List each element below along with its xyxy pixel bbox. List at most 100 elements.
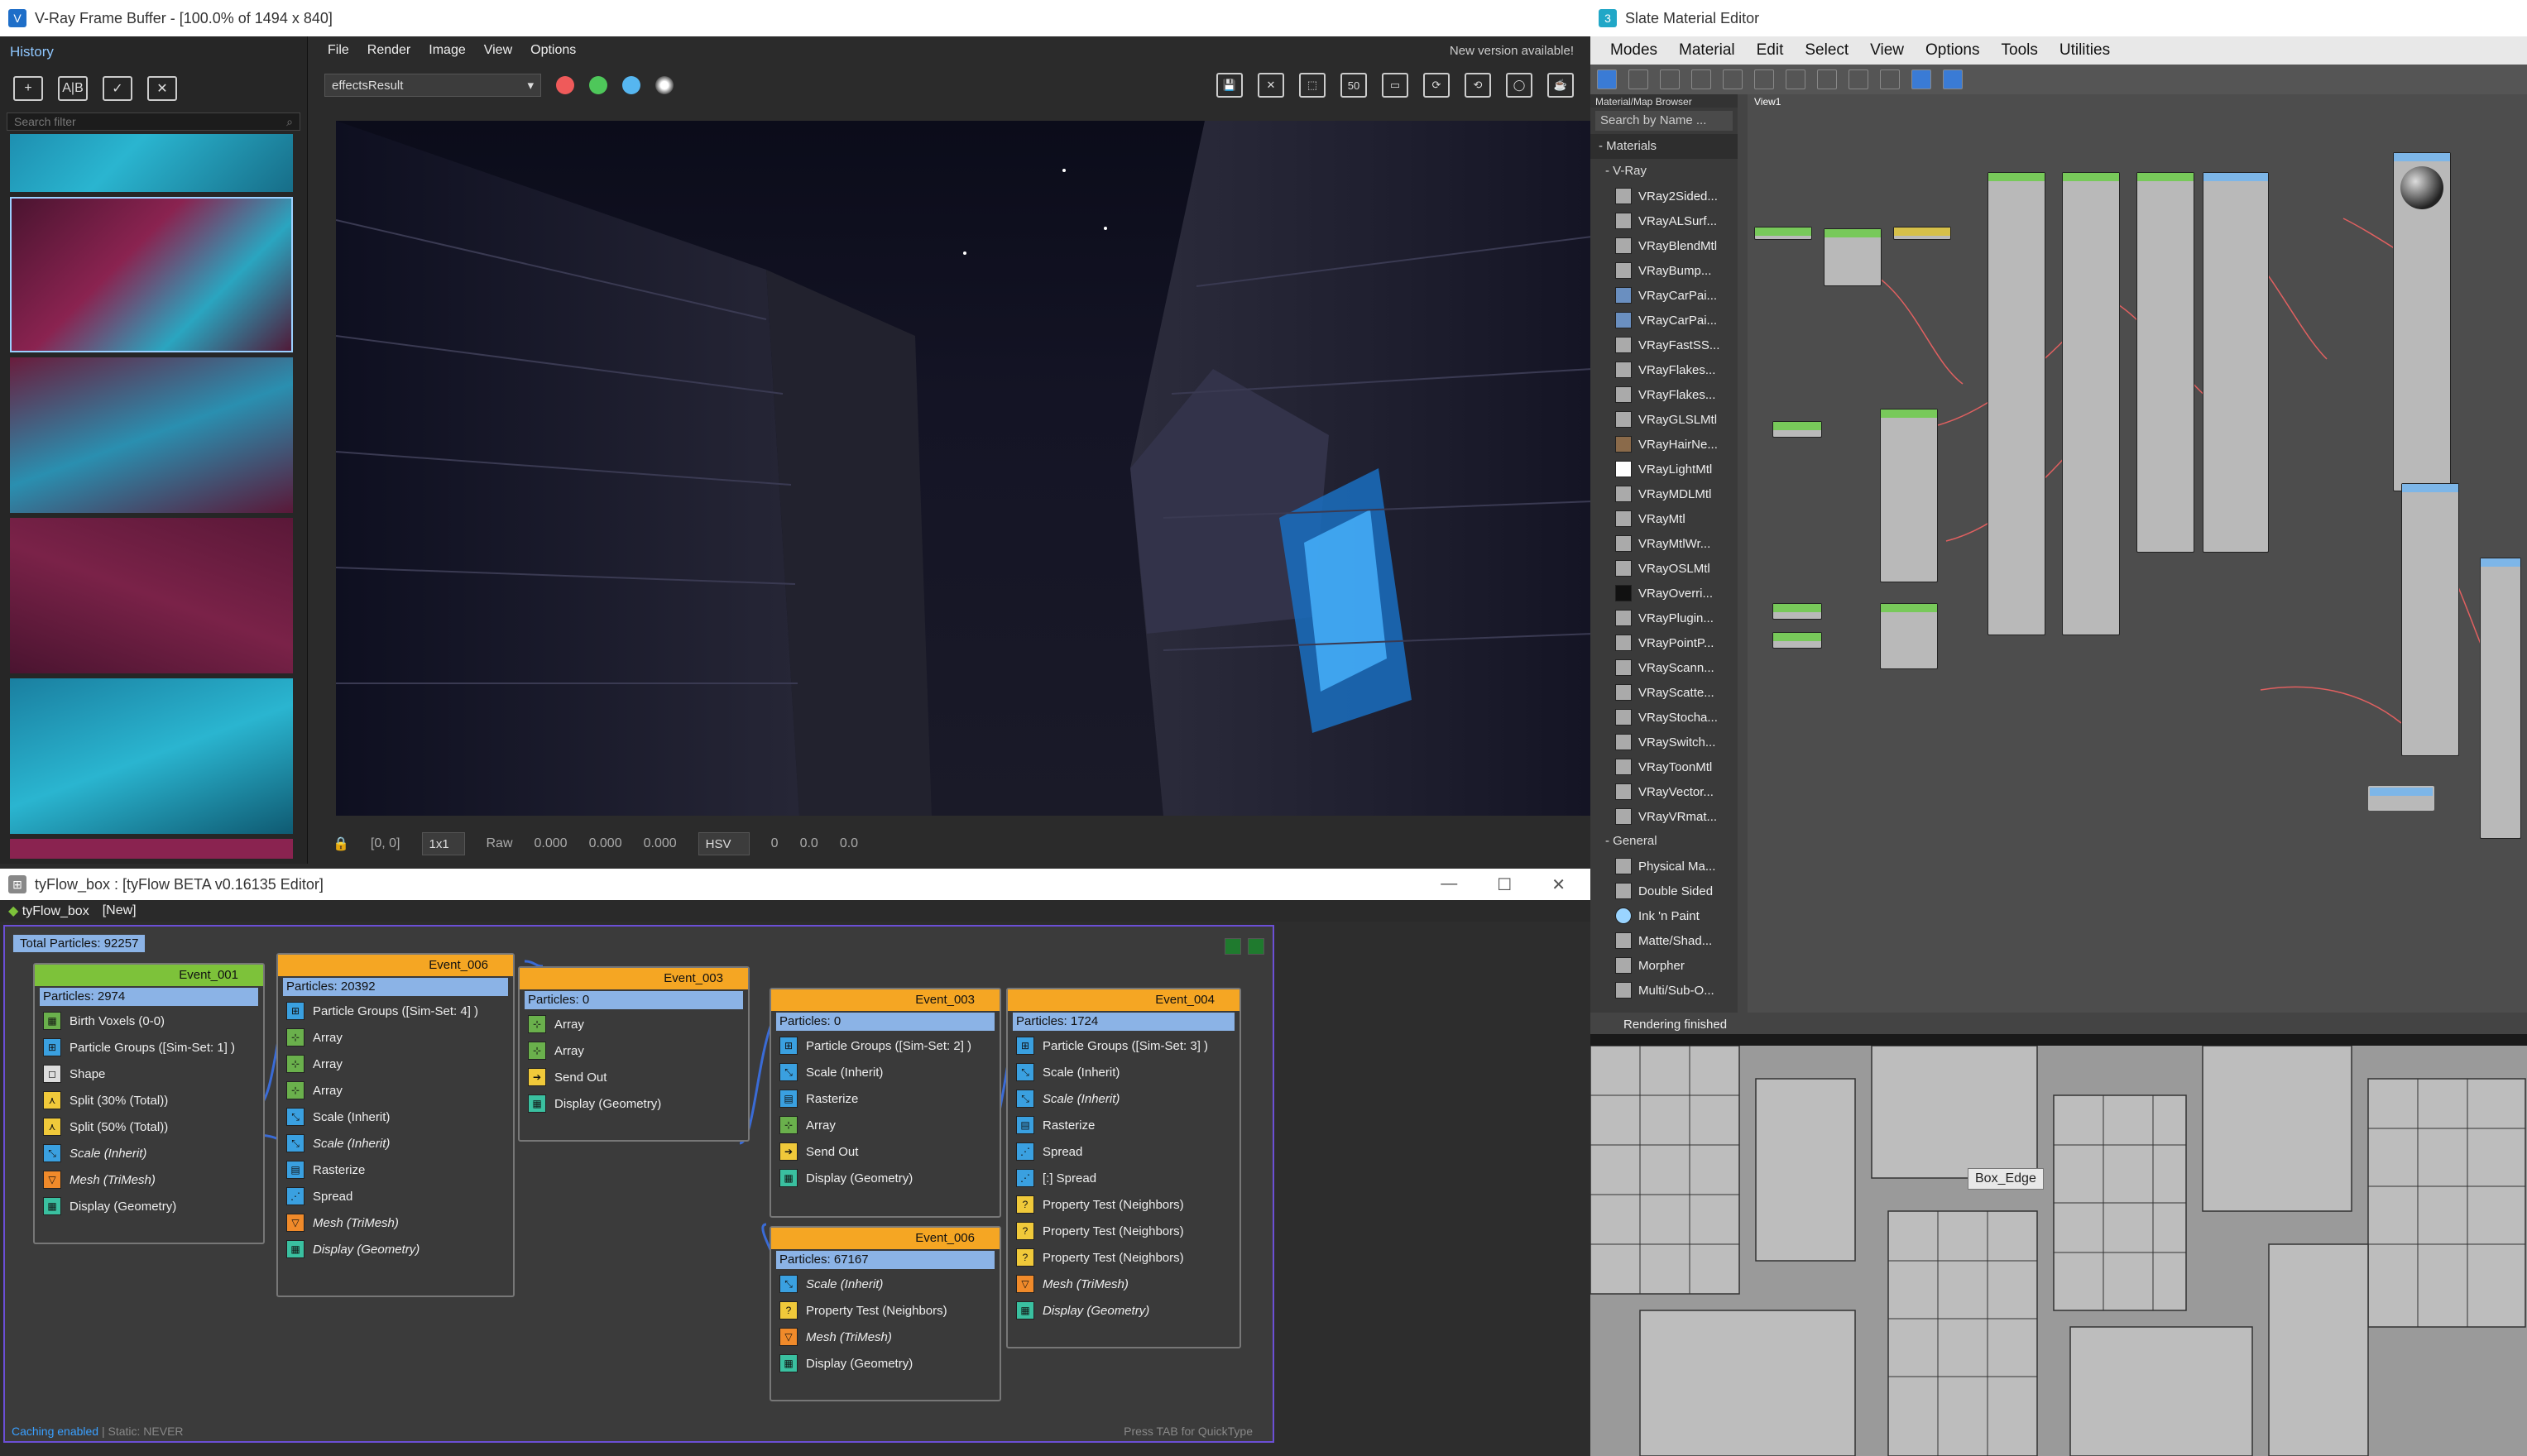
remove-history-icon[interactable]: ✕ xyxy=(147,76,177,101)
category-vray[interactable]: - V-Ray xyxy=(1590,159,1738,184)
operator[interactable]: ▽ Mesh (TriMesh) xyxy=(278,1209,513,1236)
event-header[interactable]: Event_001 xyxy=(35,965,263,986)
layout-icon[interactable] xyxy=(1848,69,1868,89)
operator[interactable]: ⋰ Spread xyxy=(278,1183,513,1209)
operator[interactable]: ? Property Test (Neighbors) xyxy=(1008,1218,1240,1244)
material-item[interactable]: Double Sided xyxy=(1590,879,1738,903)
maximize-icon[interactable]: ☐ xyxy=(1497,874,1512,895)
history-thumbnail[interactable] xyxy=(10,134,293,192)
green-channel-icon[interactable] xyxy=(589,76,607,94)
operator[interactable]: ▽ Mesh (TriMesh) xyxy=(1008,1271,1240,1297)
operator[interactable]: ⊞ Particle Groups ([Sim-Set: 2] ) xyxy=(771,1032,1000,1059)
pick-material-icon[interactable] xyxy=(1628,69,1648,89)
operator[interactable]: ⊹ Array xyxy=(278,1024,513,1051)
node-view[interactable]: View1 xyxy=(1748,94,2527,1013)
select-tool-icon[interactable] xyxy=(1597,69,1617,89)
operator[interactable]: ▦ Display (Geometry) xyxy=(1008,1297,1240,1324)
operator[interactable]: ▦ Display (Geometry) xyxy=(35,1193,263,1219)
show-map-icon[interactable] xyxy=(1817,69,1837,89)
operator[interactable]: ⊞ Particle Groups ([Sim-Set: 1] ) xyxy=(35,1034,263,1061)
material-item[interactable]: VRayFlakes... xyxy=(1590,382,1738,407)
assign-material-icon[interactable] xyxy=(1691,69,1711,89)
zoom-select[interactable]: 1x1 xyxy=(421,832,465,855)
material-item[interactable]: VRayMtlWr... xyxy=(1590,531,1738,556)
material-node-column[interactable] xyxy=(1988,172,2045,635)
stamp-icon[interactable]: 50 xyxy=(1340,73,1367,98)
material-item[interactable]: VRayMtl xyxy=(1590,506,1738,531)
event-node[interactable]: Event_001 Particles: 2974 ▦ Birth Voxels … xyxy=(33,963,265,1244)
event-header[interactable]: Event_003 xyxy=(520,968,748,989)
blue-channel-icon[interactable] xyxy=(622,76,640,94)
material-node-column[interactable] xyxy=(2136,172,2194,553)
channel-select[interactable]: effectsResult ▾ xyxy=(324,74,541,97)
material-item[interactable]: VRayPlugin... xyxy=(1590,606,1738,630)
material-node[interactable] xyxy=(2480,558,2521,839)
operator[interactable]: ▤ Rasterize xyxy=(278,1157,513,1183)
history-thumbnail[interactable] xyxy=(10,678,293,834)
operator[interactable]: ⤡ Scale (Inherit) xyxy=(1008,1085,1240,1112)
view-tab[interactable]: View1 xyxy=(1748,94,2527,109)
operator[interactable]: ? Property Test (Neighbors) xyxy=(1008,1191,1240,1218)
material-item[interactable]: VRayMDLMtl xyxy=(1590,481,1738,506)
event-header[interactable]: Event_003 xyxy=(771,989,1000,1011)
material-item[interactable]: Multi/Sub-O... xyxy=(1590,978,1738,1003)
output-node[interactable] xyxy=(2368,786,2434,811)
menu-material[interactable]: Material xyxy=(1679,41,1735,60)
operator[interactable]: ▦ Birth Voxels (0-0) xyxy=(35,1008,263,1034)
hide-slots-icon[interactable] xyxy=(1786,69,1805,89)
event-node[interactable]: Event_003 Particles: 0 ⊞ Particle Groups … xyxy=(770,988,1001,1218)
tab-tyflow-box[interactable]: ◆ tyFlow_box xyxy=(8,903,89,919)
red-channel-icon[interactable] xyxy=(556,76,574,94)
operator[interactable]: ⤡ Scale (Inherit) xyxy=(771,1271,1000,1297)
event-header[interactable]: Event_006 xyxy=(278,955,513,976)
operator[interactable]: ⤡ Scale (Inherit) xyxy=(1008,1059,1240,1085)
event-node[interactable]: Event_006 Particles: 20392 ⊞ Particle Gro… xyxy=(276,953,515,1297)
operator[interactable]: ⋏ Split (30% (Total)) xyxy=(35,1087,263,1114)
material-item[interactable]: VRayOSLMtl xyxy=(1590,556,1738,581)
event-header[interactable]: Event_004 xyxy=(1008,989,1240,1011)
material-item[interactable]: VRayScann... xyxy=(1590,655,1738,680)
operator[interactable]: ? Property Test (Neighbors) xyxy=(771,1297,1000,1324)
render-teapot-icon[interactable]: ☕ xyxy=(1547,73,1574,98)
update-notice[interactable]: New version available! xyxy=(1450,44,1574,58)
clear-image-icon[interactable]: ✕ xyxy=(1258,73,1284,98)
menu-utilities[interactable]: Utilities xyxy=(2059,41,2110,60)
material-node[interactable] xyxy=(1824,228,1882,286)
tab-new[interactable]: [New] xyxy=(103,903,137,918)
material-id-icon[interactable] xyxy=(1911,69,1931,89)
material-item[interactable]: Ink 'n Paint xyxy=(1590,903,1738,928)
load-history-icon[interactable]: ✓ xyxy=(103,76,132,101)
operator[interactable]: ⋰ [:] Spread xyxy=(1008,1165,1240,1191)
operator[interactable]: ⊞ Particle Groups ([Sim-Set: 4] ) xyxy=(278,998,513,1024)
menu-view[interactable]: View xyxy=(1870,41,1904,60)
material-item[interactable]: VRayFastSS... xyxy=(1590,333,1738,357)
operator[interactable]: ⋏ Split (50% (Total)) xyxy=(35,1114,263,1140)
material-item[interactable]: VRayLightMtl xyxy=(1590,457,1738,481)
operator[interactable]: ⤡ Scale (Inherit) xyxy=(278,1104,513,1130)
operator[interactable]: ⤡ Scale (Inherit) xyxy=(278,1130,513,1157)
material-item[interactable]: VRay2Sided... xyxy=(1590,184,1738,208)
colorspace-select[interactable]: HSV xyxy=(698,832,750,855)
lens-effects-icon[interactable]: ▭ xyxy=(1382,73,1408,98)
operator[interactable]: ? Property Test (Neighbors) xyxy=(1008,1244,1240,1271)
menu-tools[interactable]: Tools xyxy=(2002,41,2038,60)
event-header[interactable]: Event_006 xyxy=(771,1228,1000,1249)
material-item[interactable]: VRayVector... xyxy=(1590,779,1738,804)
history-thumbnail-selected[interactable] xyxy=(10,197,293,352)
material-item[interactable]: VRayCarPai... xyxy=(1590,283,1738,308)
operator[interactable]: ▦ Display (Geometry) xyxy=(278,1236,513,1262)
material-item[interactable]: VRayBlendMtl xyxy=(1590,233,1738,258)
operator[interactable]: ▤ Rasterize xyxy=(1008,1112,1240,1138)
material-node[interactable] xyxy=(2203,172,2269,553)
menu-select[interactable]: Select xyxy=(1805,41,1848,60)
menu-file[interactable]: File xyxy=(328,43,349,58)
menu-options[interactable]: Options xyxy=(1925,41,1979,60)
operator[interactable]: ▦ Display (Geometry) xyxy=(771,1350,1000,1377)
operator[interactable]: ⋰ Spread xyxy=(1008,1138,1240,1165)
close-icon[interactable]: ✕ xyxy=(1551,874,1566,895)
nav-icon[interactable] xyxy=(1943,69,1963,89)
material-item[interactable]: VRaySwitch... xyxy=(1590,730,1738,754)
menu-options[interactable]: Options xyxy=(530,43,576,58)
region-render-icon[interactable]: ⬚ xyxy=(1299,73,1326,98)
layout-children-icon[interactable] xyxy=(1880,69,1900,89)
